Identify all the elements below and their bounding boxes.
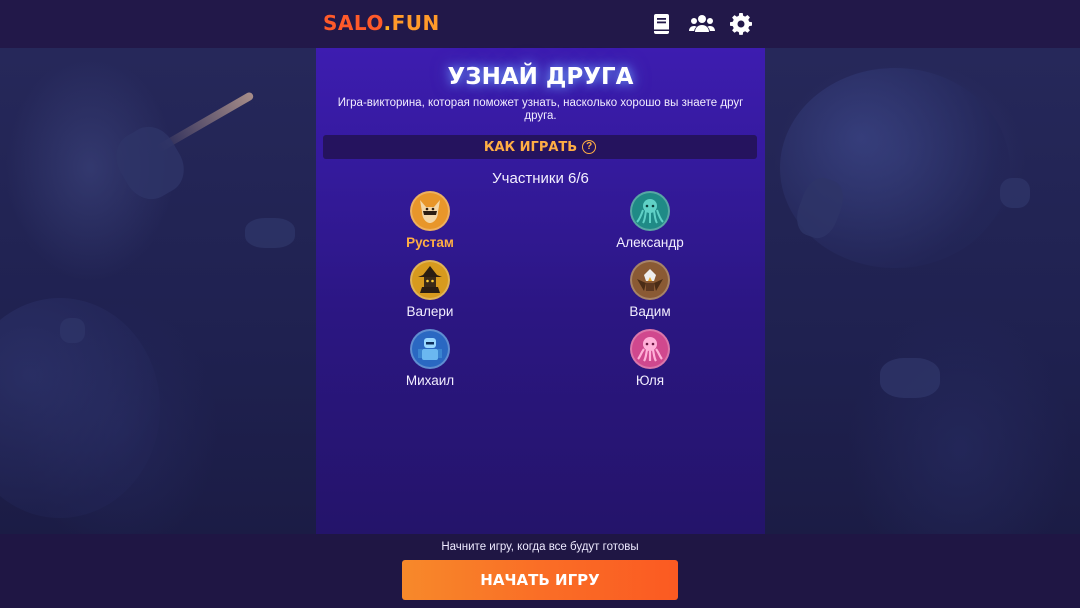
octopus-avatar: [630, 329, 670, 369]
how-to-play-button[interactable]: КАК ИГРАТЬ ?: [323, 135, 757, 159]
player-name: Юля: [635, 373, 665, 388]
witch-avatar: [410, 260, 450, 300]
how-to-play-label: КАК ИГРАТЬ: [483, 139, 578, 155]
creature-decoration: [245, 218, 295, 248]
player-item: Валери: [365, 260, 495, 319]
player-name: Александр: [616, 235, 684, 250]
player-item: Михаил: [365, 329, 495, 388]
creature-decoration: [880, 358, 940, 398]
book-icon[interactable]: [650, 12, 674, 36]
top-bar: SALO.FUN: [0, 0, 1080, 48]
player-item: Александр: [585, 191, 715, 250]
bottom-bar: Начните игру, когда все будут готовы НАЧ…: [0, 534, 1080, 608]
player-name: Михаил: [405, 373, 455, 388]
player-name: Валери: [406, 304, 454, 319]
game-description: Игра-викторина, которая поможет узнать, …: [337, 97, 744, 122]
ready-hint: Начните игру, когда все будут готовы: [441, 541, 639, 553]
gear-icon[interactable]: [729, 12, 753, 36]
eagle-avatar: [630, 260, 670, 300]
player-name: Рустам: [406, 235, 454, 250]
robot-avatar: [410, 329, 450, 369]
game-lobby-panel: УЗНАЙ ДРУГА Игра-викторина, которая помо…: [316, 48, 765, 534]
player-item: Вадим: [585, 260, 715, 319]
player-item: Юля: [585, 329, 715, 388]
cthulhu-avatar: [630, 191, 670, 231]
asteroid-decoration: [1000, 178, 1030, 208]
asteroid-decoration: [60, 318, 85, 343]
start-game-button[interactable]: НАЧАТЬ ИГРУ: [402, 560, 678, 600]
users-icon[interactable]: [689, 12, 715, 36]
player-name: Вадим: [629, 304, 671, 319]
fox-avatar: [410, 191, 450, 231]
participants-count: Участники 6/6: [492, 170, 589, 187]
page-title: УЗНАЙ ДРУГА: [447, 64, 634, 90]
site-logo[interactable]: SALO.FUN: [323, 11, 440, 35]
question-icon: ?: [582, 140, 597, 154]
player-item: Рустам: [365, 191, 495, 250]
